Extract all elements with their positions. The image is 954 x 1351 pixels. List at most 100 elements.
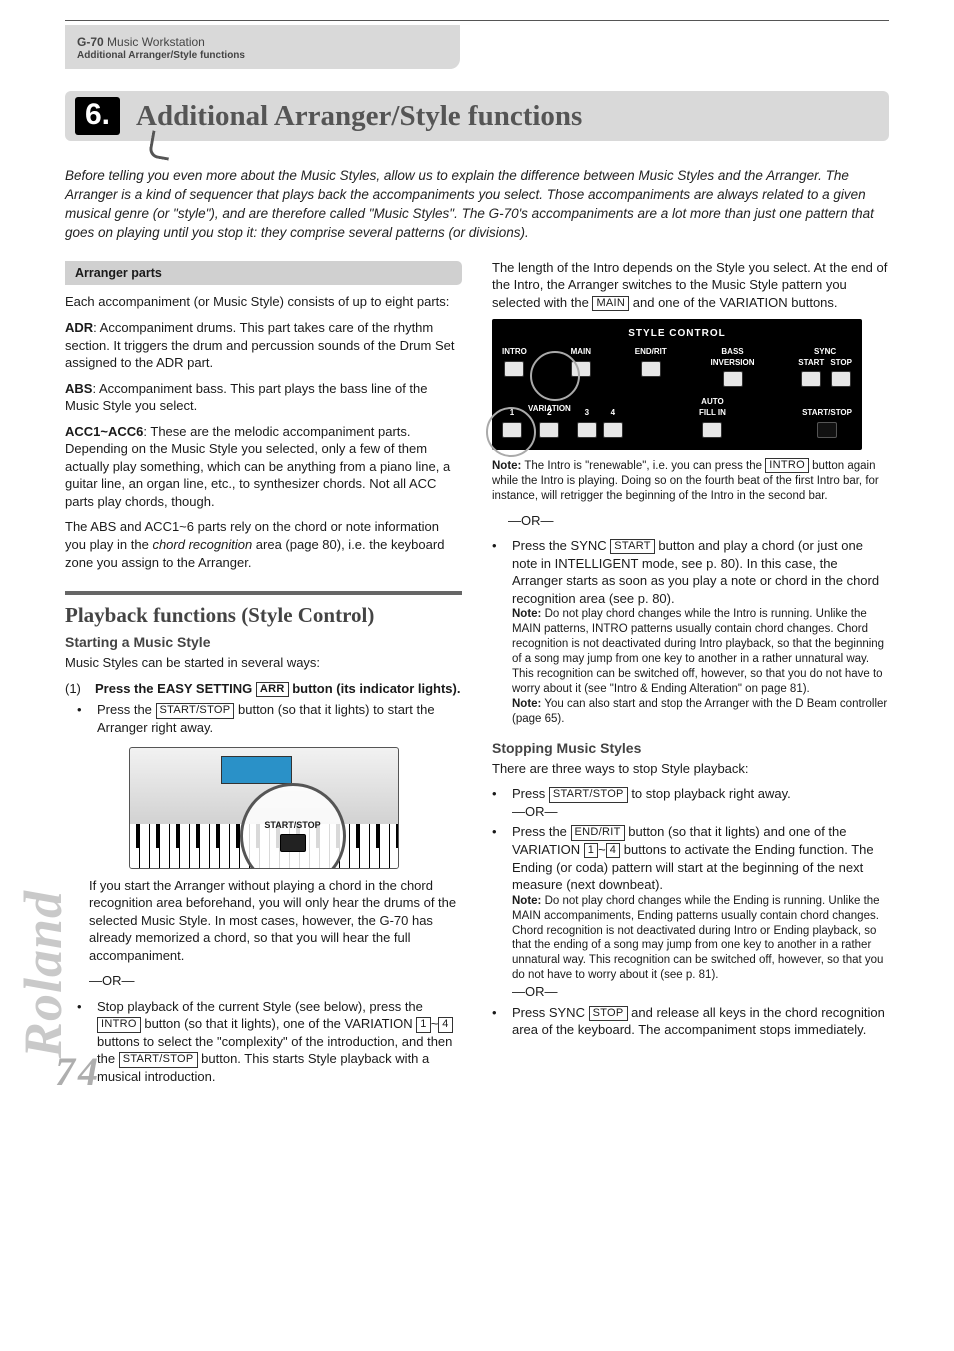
b2b: button (so that it lights), one of the V… [141,1016,417,1031]
btn-icon [571,361,591,377]
b3-note2: Note: You can also start and stop the Ar… [512,697,889,727]
intro-box-2: INTRO [765,458,809,473]
pg-bassinv: BASS INVERSION [711,347,755,388]
stop-bullet-3: • Press SYNC STOP and release all keys i… [492,1004,889,1039]
page-number: 74 [55,1048,101,1095]
stop-bullet-1: • Press START/STOP to stop playback righ… [492,785,889,820]
chapter-title: Additional Arranger/Style functions [136,100,582,133]
acc-para: ACC1~ACC6: These are the melodic accompa… [65,423,462,511]
lens-button-icon [280,834,306,852]
or-1: —OR— [89,972,462,990]
or-4: —OR— [512,983,889,1001]
header-subtitle: Additional Arranger/Style functions [77,50,448,61]
v4-box: 4 [606,843,620,858]
content-columns: Arranger parts Each accompaniment (or Mu… [65,259,889,1089]
header-line1: G-70 Music Workstation [77,35,448,49]
lens-handle [148,130,173,160]
arranger-p2: The ABS and ACC1~6 parts rely on the cho… [65,518,462,571]
c2p1b: and one of the VARIATION buttons. [629,295,837,310]
stopping-heading: Stopping Music Styles [492,739,889,758]
b3-note1: Note: Do not play chord changes while th… [512,607,889,697]
arranger-p1: Each accompaniment (or Music Style) cons… [65,293,462,311]
b2tilde: ~ [431,1016,439,1031]
endrit-box: END/RIT [571,825,625,840]
step-1-num: (1) [65,680,87,698]
arranger-p2-italic: chord recognition [152,537,252,552]
left-column: Arranger parts Each accompaniment (or Mu… [65,259,462,1089]
right-column: The length of the Intro depends on the S… [492,259,889,1089]
abs-text: : Accompaniment bass. This part plays th… [65,381,428,414]
start-box: START [610,539,655,554]
playback-title: Playback functions (Style Control) [65,601,462,629]
style-control-panel: STYLE CONTROL INTRO MAIN END/RIT BASS IN… [492,319,862,450]
panel-row-bottom: 1 VARIATION2 3 4 AUTO FILL IN START/STOP [502,397,852,438]
adr-text: : Accompaniment drums. This part takes c… [65,320,454,370]
bullet-body: Press the START/STOP button (so that it … [97,701,462,736]
startstop-box: START/STOP [156,703,235,718]
abs-label: ABS [65,381,92,396]
product-suffix: Music Workstation [107,35,205,49]
pg-main: MAIN [571,347,591,377]
bullet-sync-start: • Press the SYNC START button and play a… [492,537,889,727]
acc-label: ACC1~ACC6 [65,424,143,439]
bullet-sync-body: Press the SYNC START button and play a c… [512,537,889,727]
stopping-line: There are three ways to stop Style playb… [492,760,889,778]
col2-p1: The length of the Intro depends on the S… [492,259,889,312]
note1a: The Intro is "renewable", i.e. you can p… [521,460,765,472]
brand-vertical: Roland [12,890,74,1058]
intro-box: INTRO [97,1017,141,1032]
main-box: MAIN [592,296,629,311]
b3a: Press the SYNC [512,538,610,553]
stop-box: STOP [589,1006,628,1021]
btn-icon [702,422,722,438]
step-1-body: Press the EASY SETTING ARR button (its i… [95,680,462,698]
adr-para: ADR: Accompaniment drums. This part take… [65,319,462,372]
bullet-intro: • Stop playback of the current Style (se… [77,998,462,1086]
lens-label: START/STOP [264,819,320,831]
adr-label: ADR [65,320,93,335]
chapter-number: 6. [75,97,120,135]
btn-icon-dark [817,422,837,438]
panel-figure: STYLE CONTROL INTRO MAIN END/RIT BASS IN… [492,319,889,450]
abs-para: ABS: Accompaniment bass. This part plays… [65,380,462,415]
product-code: G-70 [77,35,104,49]
step1b: button (its indicator lights). [289,681,461,696]
starting-heading: Starting a Music Style [65,633,462,652]
arranger-parts-heading: Arranger parts [65,261,462,286]
keyboard-figure: START/STOP [129,747,399,869]
btn-icon [539,422,559,438]
keyboard-illustration: START/STOP [129,747,399,869]
v1-box: 1 [584,843,598,858]
stop-bullet-2: • Press the END/RIT button (so that it l… [492,823,889,1000]
pg-endrit: END/RIT [635,347,667,377]
note-intro-renewable: Note: The Intro is "renewable", i.e. you… [492,458,889,504]
var4-box: 4 [438,1017,452,1032]
step1a: Press the EASY SETTING [95,681,256,696]
or-3: —OR— [512,803,889,821]
startstop-box-2: START/STOP [119,1052,198,1067]
b2a: Stop playback of the current Style (see … [97,999,423,1014]
pg-sync: SYNC START STOP [798,347,852,388]
bullet-dot: • [77,701,89,736]
post-figure-para: If you start the Arranger without playin… [89,877,462,965]
btn-icon [577,422,597,438]
step-1: (1) Press the EASY SETTING ARR button (i… [65,680,462,698]
intro-paragraph: Before telling you even more about the M… [65,167,889,243]
bullet-startstop: • Press the START/STOP button (so that i… [77,701,462,736]
bullet-dot-3: • [492,537,504,727]
btn-icon [723,371,743,387]
panel-title: STYLE CONTROL [502,327,852,341]
or-2: —OR— [508,512,889,530]
chapter-bar: 6. Additional Arranger/Style functions [65,91,889,141]
startstop-box-3: START/STOP [549,787,628,802]
btn-icon [641,361,661,377]
note1-label: Note: [492,460,521,472]
btn-icon [502,422,522,438]
top-rule [65,20,889,21]
btn-icon [603,422,623,438]
section-divider [65,591,462,595]
var1-box: 1 [416,1017,430,1032]
btn-icon [831,371,851,387]
magnifier-lens: START/STOP [240,783,346,869]
header-band: G-70 Music Workstation Additional Arrang… [65,25,460,69]
